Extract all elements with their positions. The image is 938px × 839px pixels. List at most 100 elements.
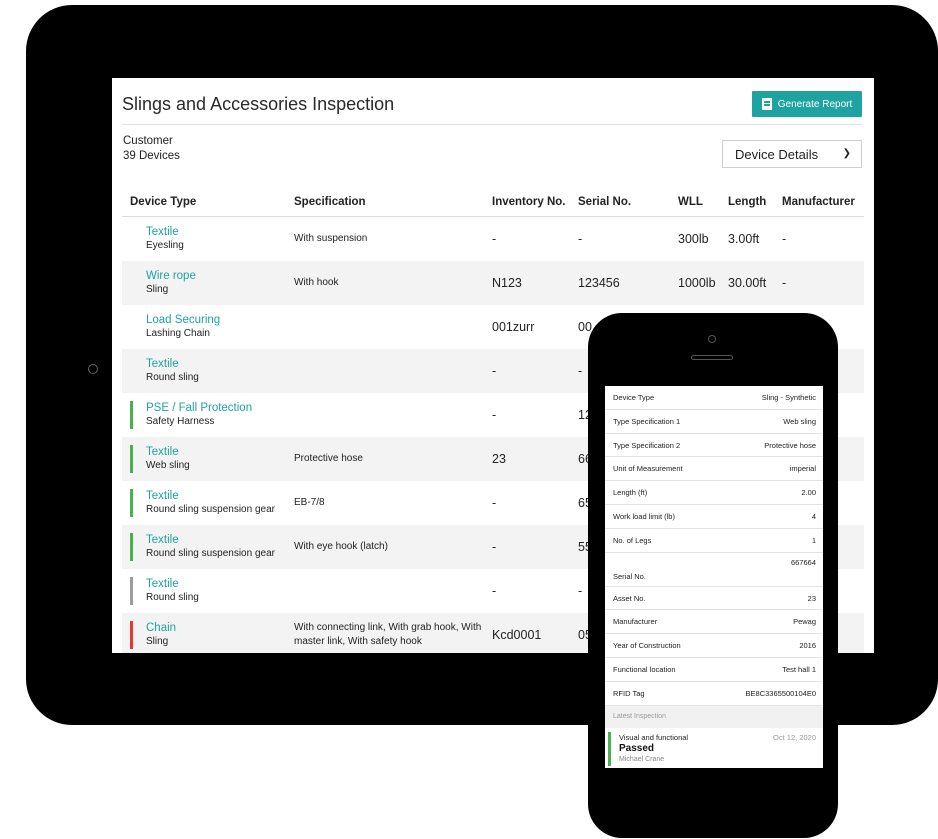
device-type-link[interactable]: Textile	[146, 445, 286, 459]
specification-cell: EB-7/8	[294, 497, 325, 508]
device-type-link[interactable]: Textile	[146, 489, 286, 503]
detail-row: Type Specification 1 Web sling	[605, 410, 823, 434]
specification-cell: Protective hose	[286, 437, 484, 481]
device-type-link[interactable]: Load Securing	[146, 313, 286, 327]
device-type-link[interactable]: Wire rope	[146, 269, 286, 283]
device-type-cell[interactable]: PSE / Fall Protection Safety Harness	[122, 393, 286, 437]
detail-label: Device Type	[613, 393, 655, 402]
inventory-cell: Kcd0001	[484, 613, 570, 653]
detail-row: Type Specification 2 Protective hose	[605, 434, 823, 458]
speaker-grille	[691, 355, 733, 360]
specification-cell	[286, 305, 484, 349]
detail-label: Serial No.	[613, 571, 646, 581]
device-type-cell[interactable]: Load Securing Lashing Chain	[122, 305, 286, 349]
specification-cell	[286, 569, 484, 613]
detail-row: Unit of Measurement imperial	[605, 457, 823, 482]
detail-row: Device Type Sling - Synthetic	[605, 386, 823, 410]
detail-value: 2016	[799, 641, 816, 651]
phone-screen: Device Type Sling - Synthetic Type Specifi…	[605, 386, 823, 768]
detail-label: Type Specification 1	[613, 416, 681, 426]
column-header[interactable]: Inventory No.	[484, 188, 570, 217]
inventory-cell: -	[492, 584, 497, 598]
inventory-cell: -	[492, 232, 497, 246]
column-header[interactable]: Specification	[286, 188, 484, 217]
detail-value: 4	[811, 511, 816, 521]
status-indicator	[130, 445, 133, 473]
inventory-cell: N123	[484, 261, 570, 305]
status-indicator	[130, 621, 133, 649]
column-header[interactable]: WLL	[670, 188, 720, 217]
status-indicator	[130, 401, 133, 429]
device-type-cell[interactable]: Wire rope Sling	[122, 261, 286, 305]
inspection-date: Oct 12, 2020	[773, 732, 816, 742]
inventory-cell: -	[492, 408, 497, 422]
table-row[interactable]: Wire rope Sling With hook N123 123456 1000lb 3…	[122, 261, 864, 305]
inventory-cell: 23	[484, 437, 570, 481]
detail-row: Length (ft) 2.00	[605, 481, 823, 505]
detail-value: imperial	[789, 464, 816, 474]
detail-row: Year of Construction 2016	[605, 634, 823, 658]
column-header[interactable]: Length	[720, 188, 774, 217]
column-header[interactable]: Manufacturer	[774, 188, 864, 217]
pdf-icon	[761, 98, 772, 110]
device-type-cell[interactable]: Textile Eyesling	[122, 217, 286, 262]
detail-label: Type Specification 2	[613, 440, 681, 450]
manufacturer-cell: -	[782, 232, 787, 246]
device-subtype: Round sling	[146, 372, 199, 383]
detail-label: RFID Tag	[613, 688, 645, 698]
specification-cell: With hook	[286, 261, 484, 305]
table-header-row: Device Type Specification Inventory No. …	[122, 188, 864, 217]
device-type-link[interactable]: Textile	[146, 225, 286, 239]
detail-value: 1	[811, 535, 816, 545]
detail-row: Functional location Test hall 1	[605, 658, 823, 682]
detail-value: Pewag	[793, 617, 816, 627]
device-details-list: Device Type Sling - Synthetic Type Specifi…	[605, 386, 823, 706]
device-subtype: Sling	[146, 636, 169, 647]
device-type-cell[interactable]: Textile Web sling	[122, 437, 286, 481]
phone-device: Device Type Sling - Synthetic Type Specifi…	[588, 313, 838, 838]
status-indicator	[130, 577, 133, 605]
device-type-link[interactable]: PSE / Fall Protection	[146, 401, 286, 415]
device-subtype: Round sling suspension gear	[146, 548, 275, 559]
table-row[interactable]: Textile Eyesling With suspension - - 300lb 3.0…	[122, 217, 864, 262]
detail-value: Sling - Synthetic	[761, 393, 816, 402]
device-type-cell[interactable]: Textile Round sling	[122, 349, 286, 393]
device-type-link[interactable]: Textile	[146, 533, 286, 547]
detail-label: Year of Construction	[613, 641, 681, 651]
status-indicator	[130, 489, 133, 517]
device-type-cell[interactable]: Textile Round sling suspension gear	[122, 525, 286, 569]
device-type-link[interactable]: Textile	[146, 577, 286, 591]
detail-value: Protective hose	[764, 440, 816, 450]
inspector-name: Michael Crane	[619, 755, 665, 763]
device-type-link[interactable]: Chain	[146, 621, 286, 635]
column-header[interactable]: Serial No.	[570, 188, 670, 217]
wll-cell: 1000lb	[670, 261, 720, 305]
specification-cell: With connecting link, With grab hook, Wi…	[286, 613, 484, 653]
camera-icon	[708, 335, 716, 343]
device-type-cell[interactable]: Chain Sling	[122, 613, 286, 653]
detail-label: Unit of Measurement	[613, 464, 683, 474]
detail-value: Test hall 1	[782, 664, 816, 674]
generate-report-label: Generate Report	[777, 98, 853, 110]
device-type-link[interactable]: Textile	[146, 357, 286, 371]
status-indicator	[130, 533, 133, 561]
detail-label: Manufacturer	[613, 617, 658, 627]
detail-row: No. of Legs 1	[605, 529, 823, 553]
generate-report-button[interactable]: Generate Report	[752, 91, 862, 117]
detail-value: Web sling	[783, 416, 816, 426]
wll-cell: 300lb	[678, 232, 709, 246]
specification-cell: With suspension	[294, 233, 368, 244]
device-type-cell[interactable]: Textile Round sling	[122, 569, 286, 613]
device-subtype: Sling	[146, 284, 169, 295]
tablet-home-button[interactable]	[88, 364, 98, 374]
chevron-down-icon: ❯	[842, 148, 851, 159]
inventory-cell: -	[492, 496, 497, 510]
device-count: 39 Devices	[123, 150, 180, 162]
column-header[interactable]: Device Type	[122, 188, 286, 217]
detail-row: Manufacturer Pewag	[605, 610, 823, 635]
inspection-item[interactable]: Visual and functional Passed Michael Cra…	[605, 727, 823, 768]
specification-cell	[286, 393, 484, 437]
device-type-cell[interactable]: Textile Round sling suspension gear	[122, 481, 286, 525]
detail-value: 2.00	[801, 488, 816, 498]
device-details-select[interactable]: Device Details ❯	[722, 140, 862, 168]
